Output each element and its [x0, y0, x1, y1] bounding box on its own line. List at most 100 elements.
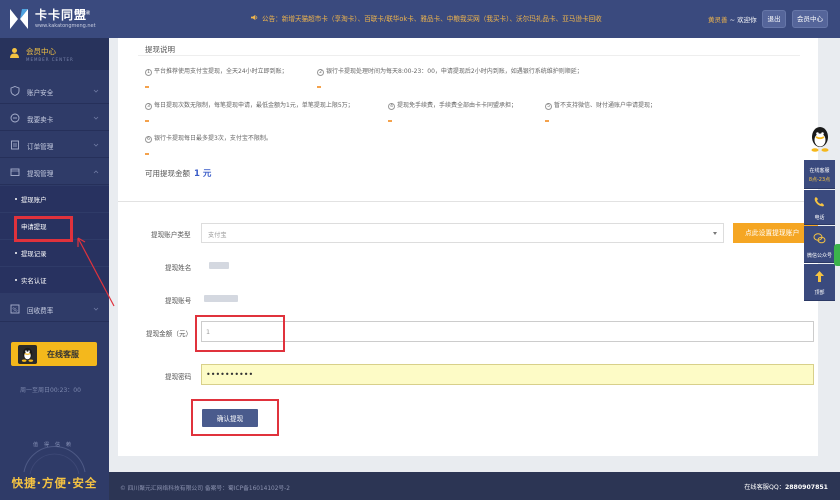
qq-label: 在线客服QQ：: [744, 484, 785, 491]
side-tab[interactable]: [834, 244, 840, 266]
chevron-down-icon: [93, 116, 99, 120]
rule-item: 4 提现免手续费，手续费全部由卡卡同盟承担；: [388, 100, 517, 110]
rule-text: 平台推荐使用支付宝提现，全天24小时立即到账；: [154, 68, 288, 75]
member-center-en: MEMBER CENTER: [26, 57, 74, 62]
rule-item: 5 暂不支持微信、财付通账户申请提现；: [545, 100, 656, 110]
rule-marker: [145, 153, 149, 155]
order-icon: [11, 140, 19, 150]
rule-marker: [545, 120, 549, 122]
qq-number: 2880907851: [784, 484, 828, 491]
rule-text: 银行卡提现处理时间为每天8:00-23：00，申请提现后2小时内到账，如遇银行系…: [326, 68, 583, 75]
member-center-button[interactable]: 会员中心: [792, 10, 828, 28]
section-title: 提现说明: [145, 45, 175, 54]
card-icon: [10, 113, 20, 123]
rule-text: 每日提现次数无限制，每笔提现申请，最低金额为1元，单笔提现上限5万；: [154, 102, 354, 109]
available-balance: 可用提现金额 1 元: [145, 167, 211, 179]
rule-marker: [388, 120, 392, 122]
announcement-text: 公告：新增天猫超市卡（享淘卡）、百联卡/联华ok卡、雅品卡、中粮我买网（我买卡）…: [262, 15, 602, 23]
rule-marker: [145, 120, 149, 122]
wallet-icon: [10, 168, 20, 176]
rule-number: 3: [145, 103, 152, 110]
password-label: 提现密码: [165, 373, 192, 381]
welcome-text: ~ 欢迎你: [727, 16, 757, 24]
available-amount: 1 元: [194, 169, 212, 179]
bullet-icon: [15, 198, 17, 200]
sidebar-subitem-label: 实名认证: [21, 277, 47, 285]
rule-item: 2 银行卡提现处理时间为每天8:00-23：00，申请提现后2小时内到账，如遇银行…: [317, 66, 583, 76]
welcome-message: 黄灵善 ~ 欢迎你: [708, 14, 757, 24]
password-input[interactable]: [201, 364, 814, 385]
sidebar-item-sell-card[interactable]: 我要卖卡: [0, 105, 109, 131]
rule-item: 1 平台推荐使用支付宝提现，全天24小时立即到账；: [145, 66, 288, 76]
float-service-label: 在线客服: [809, 168, 830, 174]
sidebar-item-label: 回收费率: [27, 307, 54, 315]
online-service-label: 在线客服: [47, 350, 79, 359]
logo-mark-icon: [10, 9, 28, 29]
account-type-select[interactable]: 支付宝: [201, 223, 724, 243]
sidebar-item-label: 订单管理: [27, 143, 54, 151]
float-wechat[interactable]: 微信公众号: [804, 226, 835, 263]
member-center-title: 会员中心: [26, 47, 56, 56]
logout-button[interactable]: 退出: [762, 10, 786, 28]
arrow-up-icon: [815, 271, 824, 282]
name-label: 提现姓名: [165, 264, 192, 272]
float-online-service[interactable]: 在线客服 8点-23点: [804, 160, 835, 189]
amount-input[interactable]: [201, 321, 814, 342]
sidebar-subitem-label: 提现账户: [21, 196, 47, 204]
top-header: 卡卡同盟 值得信赖 www.kakatongmeng.net 公告：新增天猫超市…: [0, 0, 840, 38]
bullet-icon: [15, 252, 17, 254]
float-service-time: 8点-23点: [808, 177, 831, 183]
service-hours: 周一至周日00:23：00: [20, 387, 81, 394]
highlight-box-submit: [191, 399, 279, 436]
qq-float-icon[interactable]: [808, 125, 832, 153]
float-back-to-top[interactable]: 顶部: [804, 264, 835, 301]
sidebar-item-withdraw-management[interactable]: 提现管理: [0, 159, 109, 185]
rule-number: 1: [145, 69, 152, 76]
rule-marker: [317, 86, 321, 88]
bullet-icon: [15, 279, 17, 281]
badge-text: 值得信赖: [32, 442, 77, 448]
sidebar-subitem-label: 提现记录: [21, 250, 47, 258]
chevron-up-icon: [93, 170, 99, 174]
sidebar-item-label: 账户安全: [27, 89, 54, 97]
account-number-label: 提现账号: [165, 297, 192, 305]
sidebar-item-orders[interactable]: 订单管理: [0, 132, 109, 158]
svg-text:%: %: [12, 307, 17, 313]
rule-text: 暂不支持微信、财付通账户申请提现；: [554, 102, 657, 109]
blurred-name: [209, 262, 229, 269]
account-type-value: 支付宝: [208, 232, 227, 239]
highlight-box-amount: [195, 315, 285, 352]
qq-penguin-icon: [18, 345, 37, 364]
copyright: © 四川聚元汇网络科技有限公司 备案号：蜀ICP备16014102号-2: [120, 486, 290, 492]
site-logo[interactable]: 卡卡同盟 值得信赖 www.kakatongmeng.net: [8, 5, 108, 33]
rule-number: 2: [317, 69, 324, 76]
rule-text: 银行卡提现每日最多提3次，支付宝不限制。: [154, 135, 272, 142]
rule-number: 4: [388, 103, 395, 110]
member-center-header: 会员中心 MEMBER CENTER: [0, 38, 109, 70]
sidebar-item-account-security[interactable]: 账户安全: [0, 78, 109, 104]
wechat-icon: [813, 233, 826, 244]
rule-number: 5: [545, 103, 552, 110]
rule-number: 6: [145, 136, 152, 143]
red-arrow-icon: [77, 237, 115, 307]
online-service-button[interactable]: 在线客服: [11, 342, 97, 366]
rule-text: 提现免手续费，手续费全部由卡卡同盟承担；: [397, 102, 518, 109]
float-phone-label: 电话: [814, 215, 825, 221]
username: 黄灵善: [708, 16, 728, 24]
service-qq: 在线客服QQ：2880907851: [744, 482, 828, 491]
footer: © 四川聚元汇网络科技有限公司 备案号：蜀ICP备16014102号-2 在线客…: [109, 472, 840, 500]
divider: [138, 55, 800, 56]
caret-down-icon: [713, 232, 717, 235]
float-top-label: 顶部: [814, 290, 825, 296]
announcement: 公告：新增天猫超市卡（享淘卡）、百联卡/联华ok卡、雅品卡、中粮我买网（我买卡）…: [250, 13, 602, 23]
sidebar-subitem-withdraw-account[interactable]: 提现账户: [0, 186, 109, 212]
float-phone[interactable]: 电话: [804, 190, 835, 225]
rule-item: 3 每日提现次数无限制，每笔提现申请，最低金额为1元，单笔提现上限5万；: [145, 100, 354, 110]
amount-label: 提现金额（元）: [146, 330, 193, 338]
percent-icon: %: [10, 304, 20, 314]
chevron-down-icon: [93, 143, 99, 147]
account-type-label: 提现账户类型: [151, 231, 191, 239]
phone-icon: [814, 197, 824, 207]
blurred-account: [204, 295, 238, 302]
rule-marker: [145, 86, 149, 88]
